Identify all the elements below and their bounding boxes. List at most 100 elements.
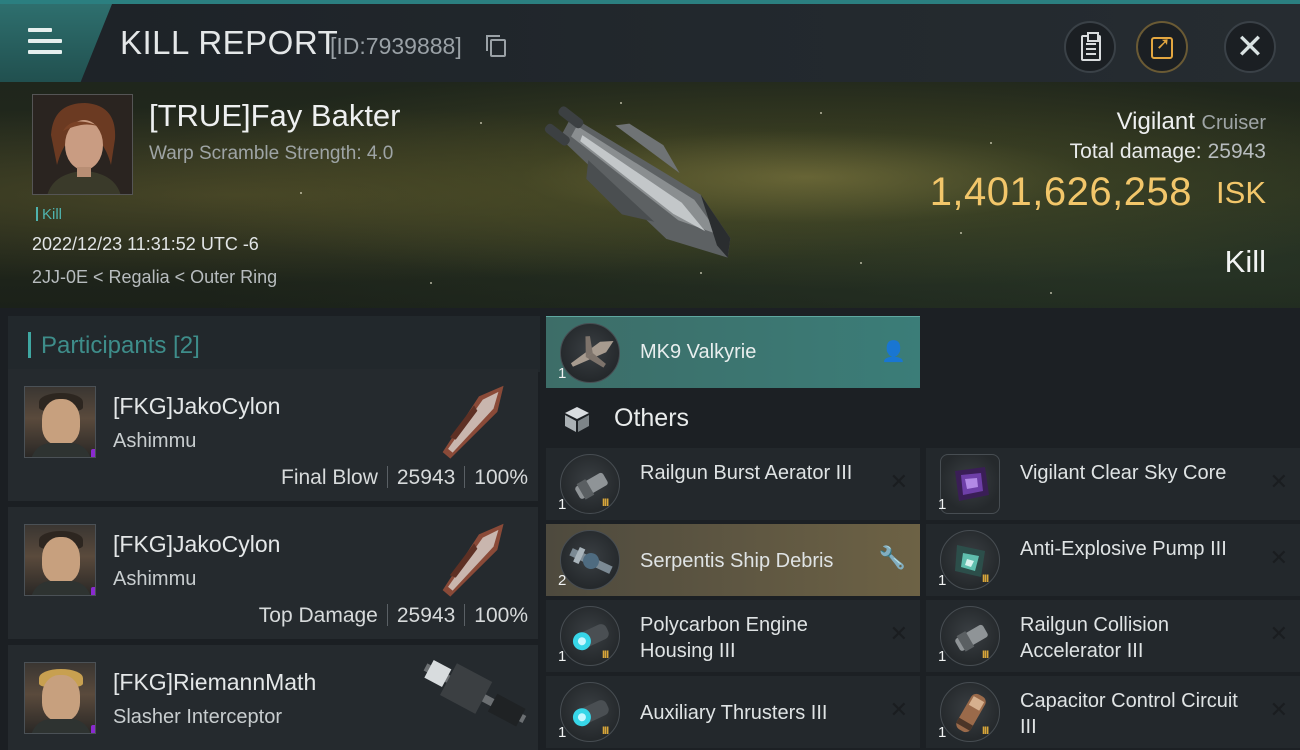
item-name: Auxiliary Thrusters III bbox=[640, 702, 828, 724]
item-capacitor-control-circuit[interactable]: 1 III Capacitor Control Circuit III ✕ bbox=[926, 676, 1300, 748]
destroyed-icon: ✕ bbox=[1269, 698, 1288, 723]
faction-badge-icon: i bbox=[91, 449, 95, 457]
kill-time: 2022/12/23 11:31:52 UTC -6 bbox=[32, 234, 259, 254]
wrench-icon[interactable]: 🔧 bbox=[879, 546, 906, 571]
drone-icon bbox=[560, 323, 620, 383]
destroyed-icon: ✕ bbox=[1269, 622, 1288, 647]
total-damage: Total damage: 25943 bbox=[1069, 140, 1266, 163]
tier-badge: III bbox=[982, 573, 989, 585]
participants-title: Participants [2] bbox=[41, 332, 200, 359]
item-qty: 1 bbox=[938, 496, 947, 513]
rig-icon bbox=[940, 530, 1000, 590]
destroyed-icon: ✕ bbox=[889, 470, 908, 495]
tier-badge: III bbox=[602, 497, 609, 509]
faction-badge-icon: i bbox=[91, 587, 95, 595]
item-name: Railgun Collision Accelerator III bbox=[1020, 614, 1169, 662]
item-railgun-burst-aerator[interactable]: 1 III Railgun Burst Aerator III ✕ bbox=[546, 448, 920, 520]
participant-name: [FKG]JakoCylon bbox=[113, 531, 281, 557]
destroyed-icon: ✕ bbox=[1269, 546, 1288, 571]
item-polycarbon-engine-housing[interactable]: 1 III Polycarbon Engine Housing III ✕ bbox=[546, 600, 920, 672]
victim-summary: [TRUE]Fay Bakter Warp Scramble Strength:… bbox=[0, 82, 1300, 308]
participant-ship: Ashimmu bbox=[113, 568, 197, 590]
item-name: Capacitor Control Circuit III bbox=[1020, 690, 1238, 738]
destroyed-icon: ✕ bbox=[1269, 470, 1288, 495]
item-qty: 1 bbox=[558, 496, 567, 513]
participant-card[interactable]: i [FKG]JakoCylon Ashimmu Top Damage25943… bbox=[8, 507, 538, 639]
top-bar: KILL REPORT [ID:7939888] ✕ bbox=[0, 0, 1300, 82]
capacitor-icon bbox=[940, 682, 1000, 742]
item-serpentis-ship-debris[interactable]: 2 Serpentis Ship Debris 🔧 bbox=[546, 524, 920, 596]
item-name: Railgun Burst Aerator III bbox=[640, 462, 853, 484]
participant-card[interactable]: i [FKG]JakoCylon Ashimmu Final Blow25943… bbox=[8, 369, 538, 501]
participants-header: Participants [2] bbox=[8, 316, 540, 372]
item-qty: 1 bbox=[938, 572, 947, 589]
participant-ship: Slasher Interceptor bbox=[113, 706, 282, 728]
item-vigilant-clear-sky-core[interactable]: 1 Vigilant Clear Sky Core ✕ bbox=[926, 448, 1300, 520]
item-anti-explosive-pump[interactable]: 1 III Anti-Explosive Pump III ✕ bbox=[926, 524, 1300, 596]
tier-badge: III bbox=[602, 649, 609, 661]
participant-avatar[interactable]: i bbox=[24, 386, 96, 458]
kill-location[interactable]: 2JJ-0E < Regalia < Outer Ring bbox=[32, 267, 277, 288]
participant-name: [FKG]JakoCylon bbox=[113, 393, 281, 419]
item-qty: 1 bbox=[558, 648, 567, 665]
item-name: Vigilant Clear Sky Core bbox=[1020, 462, 1227, 484]
victim-ship-class: Cruiser bbox=[1201, 112, 1266, 134]
share-button[interactable] bbox=[1136, 21, 1188, 73]
clipboard-icon bbox=[1081, 32, 1101, 61]
drone-qty: 1 bbox=[558, 365, 567, 382]
item-auxiliary-thrusters[interactable]: 1 III Auxiliary Thrusters III ✕ bbox=[546, 676, 920, 748]
item-railgun-collision-accelerator[interactable]: 1 III Railgun Collision Accelerator III … bbox=[926, 600, 1300, 672]
participant-ship-image bbox=[442, 523, 504, 597]
close-icon: ✕ bbox=[1235, 27, 1265, 67]
share-icon bbox=[1151, 34, 1173, 59]
participant-ship: Ashimmu bbox=[113, 430, 197, 452]
engine-icon bbox=[560, 682, 620, 742]
items-panel: 1 MK9 Valkyrie 👤 Others 1 III Railgun Bu… bbox=[540, 308, 1300, 750]
menu-button[interactable] bbox=[0, 4, 112, 82]
clipboard-button[interactable] bbox=[1064, 21, 1116, 73]
item-name: Serpentis Ship Debris bbox=[640, 550, 834, 572]
pilot-icon[interactable]: 👤 bbox=[881, 339, 906, 363]
report-id: [ID:7939888] bbox=[330, 33, 462, 59]
core-icon bbox=[940, 454, 1000, 514]
module-icon bbox=[560, 454, 620, 514]
faction-badge-icon: i bbox=[91, 725, 95, 733]
hamburger-icon bbox=[28, 28, 62, 54]
participant-stats: Final Blow 25943 100% bbox=[281, 466, 528, 489]
debris-icon bbox=[560, 530, 620, 590]
participant-ship-image bbox=[423, 659, 527, 727]
close-button[interactable]: ✕ bbox=[1224, 21, 1276, 73]
participant-avatar[interactable]: i bbox=[24, 524, 96, 596]
page-title: KILL REPORT bbox=[120, 24, 339, 61]
module-icon bbox=[940, 606, 1000, 666]
engine-icon bbox=[560, 606, 620, 666]
participants-panel: Participants [2] i [FKG]JakoCylon Ashimm… bbox=[0, 308, 540, 750]
destroyed-icon: ✕ bbox=[889, 698, 908, 723]
item-qty: 2 bbox=[558, 572, 567, 589]
victim-name[interactable]: [TRUE]Fay Bakter bbox=[149, 98, 401, 134]
participant-name: [FKG]RiemannMath bbox=[113, 669, 317, 695]
isk-unit: ISK bbox=[1216, 175, 1266, 210]
victim-ship-image[interactable] bbox=[520, 98, 770, 288]
item-name: Polycarbon Engine Housing III bbox=[640, 614, 808, 662]
item-qty: 1 bbox=[938, 724, 947, 741]
copy-icon[interactable] bbox=[486, 35, 506, 57]
warp-scramble-strength: Warp Scramble Strength: 4.0 bbox=[149, 143, 394, 164]
item-name: Anti-Explosive Pump III bbox=[1020, 538, 1227, 560]
tier-badge: III bbox=[982, 649, 989, 661]
tier-badge: III bbox=[982, 725, 989, 737]
isk-value: 1,401,626,258 bbox=[929, 170, 1192, 214]
victim-ship: Vigilant Cruiser bbox=[1116, 108, 1266, 135]
victim-avatar[interactable] bbox=[32, 94, 133, 195]
participant-ship-image bbox=[442, 385, 504, 459]
participant-card[interactable]: i [FKG]RiemannMath Slasher Interceptor bbox=[8, 645, 538, 750]
others-label: Others bbox=[614, 404, 690, 432]
tier-badge: III bbox=[602, 725, 609, 737]
participant-avatar[interactable]: i bbox=[24, 662, 96, 734]
drone-row[interactable]: 1 MK9 Valkyrie 👤 bbox=[546, 316, 920, 388]
item-qty: 1 bbox=[938, 648, 947, 665]
kill-tag: Kill bbox=[36, 206, 62, 223]
item-qty: 1 bbox=[558, 724, 567, 741]
result-label: Kill bbox=[1224, 244, 1266, 279]
destroyed-icon: ✕ bbox=[889, 622, 908, 647]
